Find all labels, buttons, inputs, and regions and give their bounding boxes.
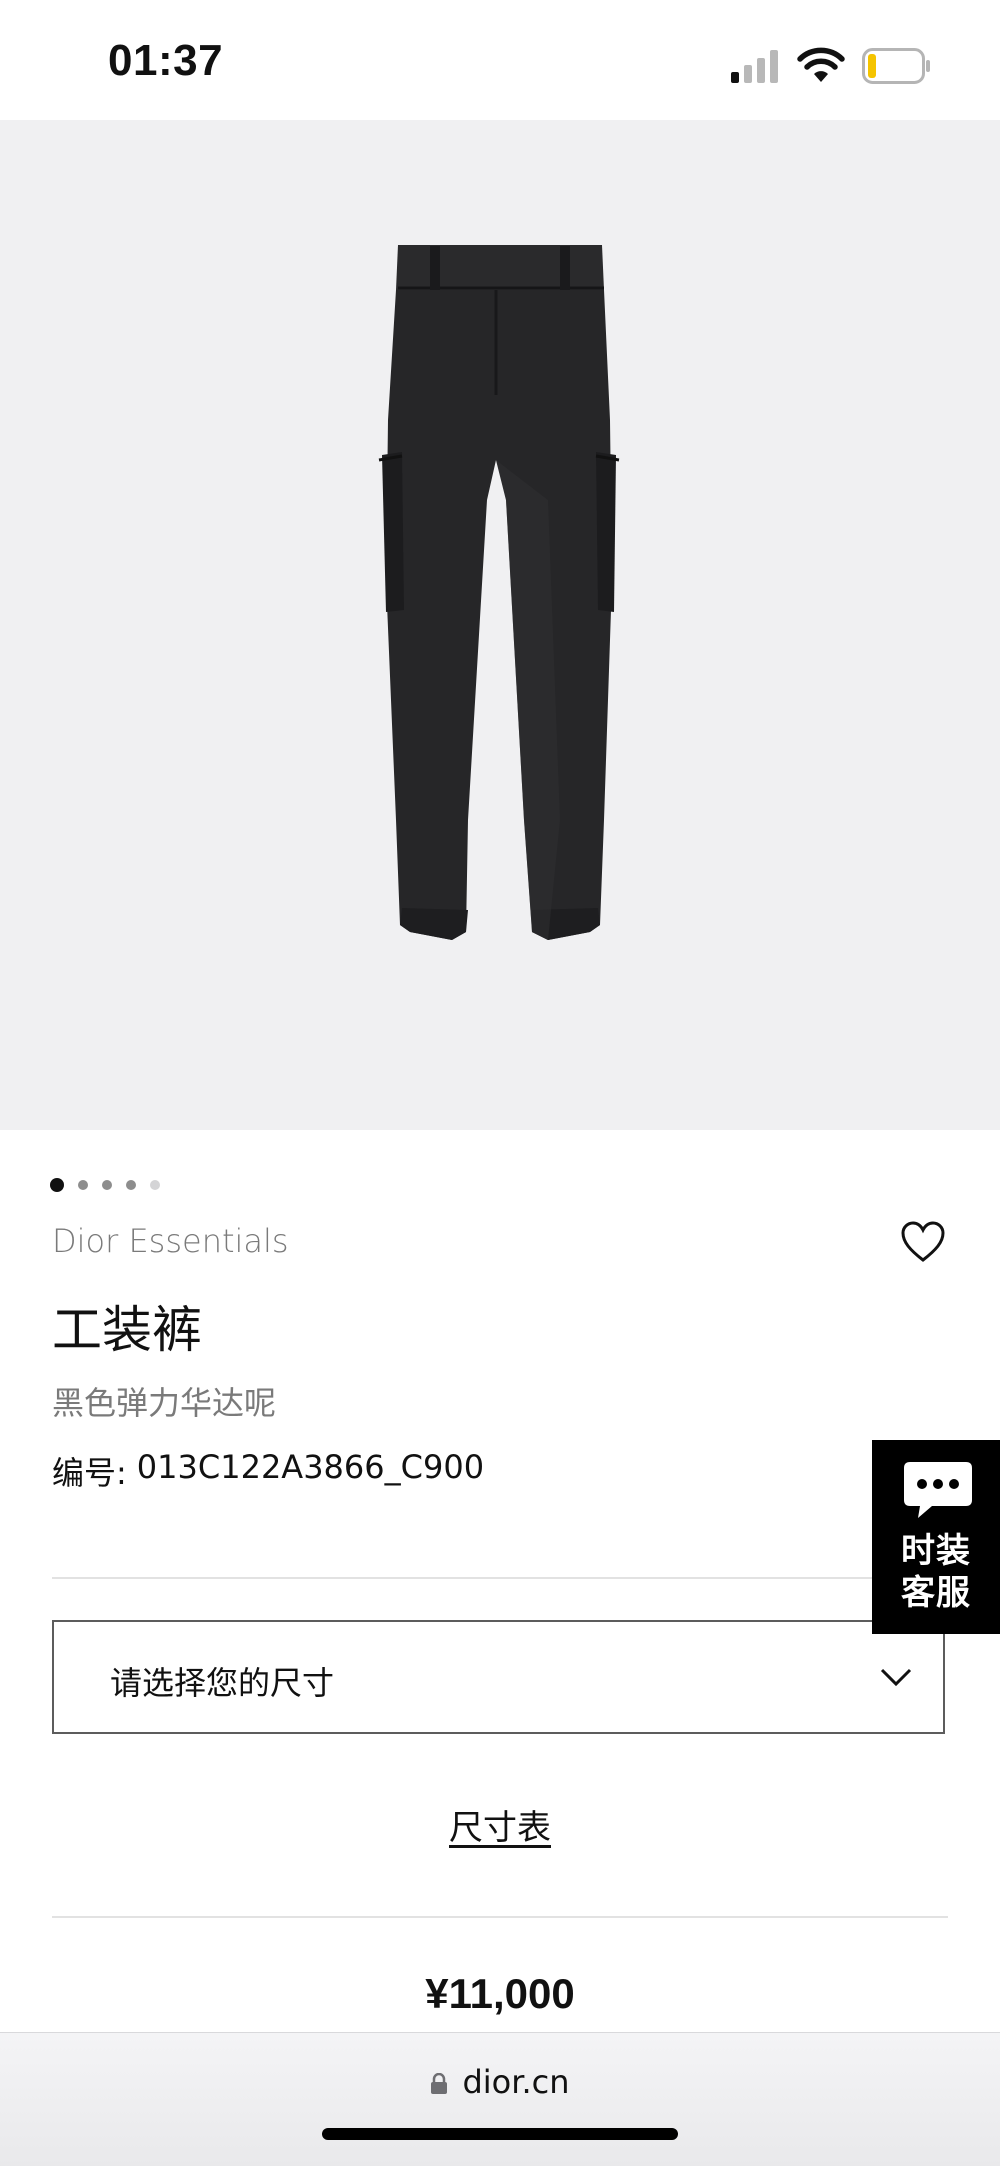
carousel-dot[interactable] bbox=[78, 1180, 88, 1190]
url-display[interactable]: dior.cn bbox=[0, 2063, 1000, 2101]
carousel-dot[interactable] bbox=[102, 1180, 112, 1190]
url-text: dior.cn bbox=[462, 2063, 570, 2101]
heart-outline-icon[interactable] bbox=[900, 1220, 946, 1264]
battery-icon bbox=[862, 48, 930, 84]
chevron-down-icon bbox=[880, 1668, 912, 1687]
customer-service-label: 时装 客服 bbox=[901, 1531, 971, 1613]
lock-icon bbox=[431, 2073, 448, 2094]
product-image-carousel[interactable] bbox=[0, 120, 1000, 1192]
cellular-signal-icon bbox=[731, 50, 778, 83]
carousel-dot[interactable] bbox=[126, 1180, 136, 1190]
brand-name: Dior Essentials bbox=[52, 1222, 289, 1260]
carousel-pagination[interactable] bbox=[50, 1175, 160, 1195]
wifi-icon bbox=[797, 47, 845, 82]
product-price: ¥11,000 bbox=[425, 1970, 575, 2017]
chat-bubble-icon bbox=[904, 1462, 972, 1518]
product-sku: 编号: 013C122A3866_C900 bbox=[52, 1448, 484, 1494]
carousel-dot[interactable] bbox=[50, 1178, 64, 1192]
sku-label: 编号: bbox=[52, 1454, 127, 1492]
status-bar: 01:37 bbox=[0, 0, 1000, 120]
sku-value: 013C122A3866_C900 bbox=[136, 1448, 485, 1486]
status-time: 01:37 bbox=[108, 36, 224, 85]
product-subtitle: 黑色弹力华达呢 bbox=[52, 1384, 277, 1422]
browser-url-bar[interactable]: dior.cn bbox=[0, 2032, 1000, 2166]
divider bbox=[52, 1916, 948, 1918]
size-select-placeholder: 请选择您的尺寸 bbox=[110, 1664, 335, 1702]
customer-service-button[interactable]: 时装 客服 bbox=[872, 1440, 1000, 1634]
product-image bbox=[378, 245, 620, 940]
carousel-dot[interactable] bbox=[150, 1180, 160, 1190]
divider bbox=[52, 1577, 948, 1579]
size-select[interactable]: 请选择您的尺寸 bbox=[52, 1620, 945, 1734]
size-chart-link[interactable]: 尺寸表 bbox=[0, 1800, 1000, 1849]
home-indicator[interactable] bbox=[322, 2128, 678, 2140]
product-title: 工装裤 bbox=[52, 1301, 202, 1359]
